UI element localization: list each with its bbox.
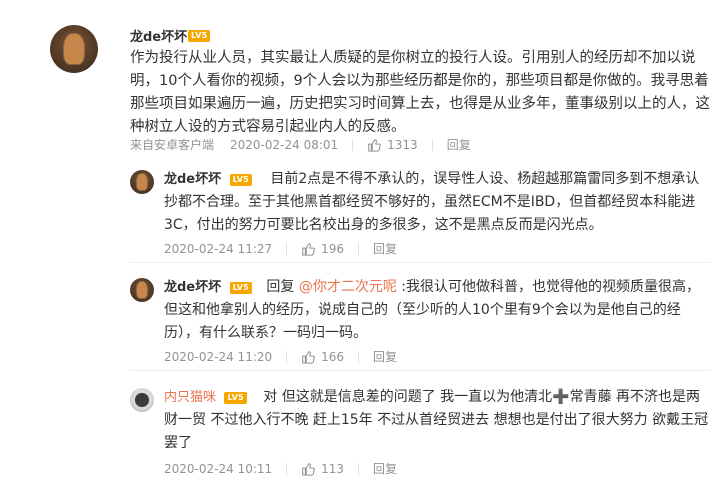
avatar-figure-icon	[64, 33, 84, 65]
like-button[interactable]: 113	[301, 462, 344, 476]
reply-prefix: 回复	[266, 279, 295, 295]
reply-item: 龙de坏坏 LV5 回复 @你才二次元呢 :我很认可他做科普，也觉得他的视频质量…	[130, 268, 710, 368]
comment-meta: 来自安卓客户端 2020-02-24 08:01 1313 回复	[130, 136, 471, 153]
avatar[interactable]	[50, 25, 98, 73]
divider	[358, 350, 360, 363]
level-badge: LV5	[229, 174, 252, 186]
like-count: 196	[321, 241, 345, 256]
thumb-up-icon	[302, 462, 316, 476]
divider	[286, 350, 288, 363]
divider	[358, 462, 360, 475]
reply-meta: 2020-02-24 11:20 166 回复	[164, 348, 397, 365]
timestamp: 2020-02-24 10:11	[164, 461, 273, 476]
username[interactable]: 龙de坏坏	[130, 26, 187, 45]
timestamp: 2020-02-24 08:01	[230, 137, 339, 152]
level-badge: LV5	[224, 392, 247, 404]
like-button[interactable]: 196	[301, 242, 344, 256]
thumb-up-icon	[368, 138, 382, 152]
like-count: 1313	[387, 137, 418, 152]
reply-button[interactable]: 回复	[373, 348, 397, 365]
reply-separator	[130, 262, 710, 263]
username[interactable]: 内只猫咪	[164, 390, 216, 405]
reply-item: 龙de坏坏 LV5 目前2点是不得不承认的，误导性人设、杨超越那篇雷同多到不想承…	[130, 160, 710, 260]
reply-meta: 2020-02-24 11:27 196 回复	[164, 240, 397, 257]
reply-meta: 2020-02-24 10:11 113 回复	[164, 460, 397, 477]
level-badge: LV5	[229, 282, 252, 294]
reply-separator	[130, 370, 710, 371]
avatar-figure-icon	[137, 282, 147, 298]
timestamp: 2020-02-24 11:27	[164, 241, 273, 256]
divider	[286, 462, 288, 475]
reply-text-block: 内只猫咪 LV5 对 但这就是信息差的问题了 我一直以为他清北➕常青藤 再不济也…	[164, 386, 710, 455]
thumb-up-icon	[302, 350, 316, 364]
avatar[interactable]	[130, 278, 154, 302]
reply-text-block: 龙de坏坏 LV5 目前2点是不得不承认的，误导性人设、杨超越那篇雷同多到不想承…	[164, 168, 710, 237]
reply-item: 内只猫咪 LV5 对 但这就是信息差的问题了 我一直以为他清北➕常青藤 再不济也…	[130, 376, 710, 476]
like-button[interactable]: 1313	[367, 138, 418, 152]
divider	[286, 242, 288, 255]
reply-button[interactable]: 回复	[373, 240, 397, 257]
mention-link[interactable]: @你才二次元呢	[299, 279, 397, 295]
avatar[interactable]	[130, 388, 154, 412]
avatar-figure-icon	[135, 393, 149, 407]
like-button[interactable]: 166	[301, 350, 344, 364]
like-count: 166	[321, 349, 345, 364]
reply-button[interactable]: 回复	[373, 460, 397, 477]
avatar-figure-icon	[137, 174, 147, 190]
divider	[352, 138, 354, 151]
like-count: 113	[321, 461, 345, 476]
level-badge: LV5	[188, 30, 211, 42]
divider	[358, 242, 360, 255]
source-label: 来自安卓客户端	[130, 138, 215, 152]
comment-text: 作为投行从业人员，其实最让人质疑的是你树立的投行人设。引用别人的经历却不加以说明…	[130, 50, 710, 135]
avatar[interactable]	[130, 170, 154, 194]
thumb-up-icon	[302, 242, 316, 256]
timestamp: 2020-02-24 11:20	[164, 349, 273, 364]
divider	[431, 138, 433, 151]
username[interactable]: 龙de坏坏	[164, 280, 221, 295]
reply-button[interactable]: 回复	[447, 136, 471, 153]
reply-text-block: 龙de坏坏 LV5 回复 @你才二次元呢 :我很认可他做科普，也觉得他的视频质量…	[164, 276, 710, 345]
username[interactable]: 龙de坏坏	[164, 172, 221, 187]
